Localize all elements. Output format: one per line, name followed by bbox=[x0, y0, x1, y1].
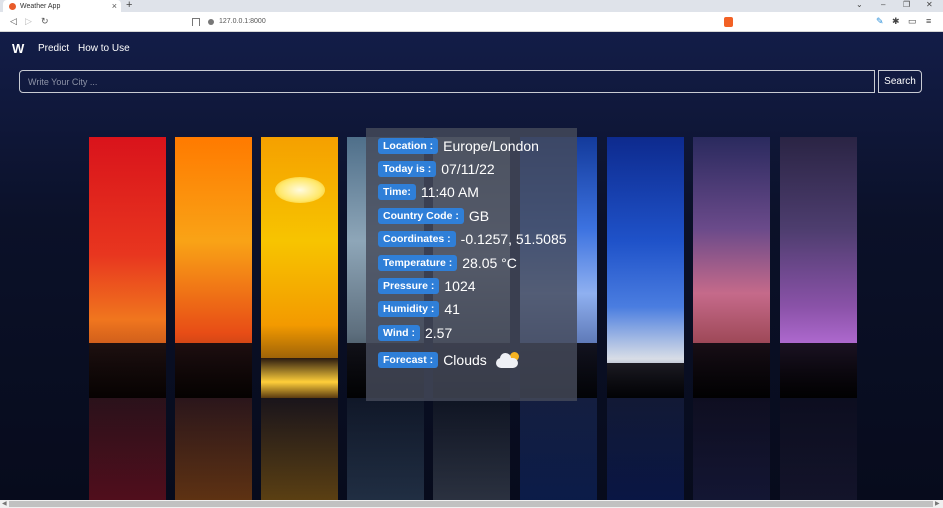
wind-label: Wind : bbox=[378, 325, 420, 341]
pressure-value: 1024 bbox=[444, 278, 476, 294]
reflection-pink bbox=[693, 398, 770, 500]
close-window-button[interactable]: ✕ bbox=[926, 0, 933, 9]
time-value: 11:40 AM bbox=[420, 184, 479, 200]
tab-close-icon[interactable]: × bbox=[112, 1, 117, 11]
site-info-icon[interactable] bbox=[208, 18, 214, 25]
wind-row: Wind : 2.57 bbox=[378, 325, 452, 341]
pressure-row: Pressure : 1024 bbox=[378, 278, 476, 294]
date-label: Today is : bbox=[378, 161, 437, 177]
coordinates-label: Coordinates : bbox=[378, 231, 456, 247]
reflection-yellow bbox=[261, 398, 338, 500]
temperature-row: Temperature : 28.05 °C bbox=[378, 255, 517, 271]
reflection-red bbox=[89, 398, 166, 500]
location-label: Location : bbox=[378, 138, 439, 154]
wind-value: 2.57 bbox=[424, 325, 453, 341]
scroll-right-icon[interactable]: ▶ bbox=[935, 500, 940, 507]
city-search-input[interactable] bbox=[19, 70, 875, 93]
url-text: 127.0.0.1:8000 bbox=[219, 18, 266, 25]
nav-link-how-to-use[interactable]: How to Use bbox=[78, 43, 130, 54]
minimize-button[interactable]: – bbox=[881, 0, 885, 9]
tab-favicon-icon bbox=[9, 2, 16, 10]
new-tab-button[interactable]: + bbox=[126, 0, 132, 11]
reload-icon[interactable]: ↻ bbox=[41, 16, 49, 27]
browser-tab-bar: Weather App × + ⌄ – ❐ ✕ bbox=[0, 0, 943, 12]
edit-icon[interactable]: ✎ bbox=[876, 16, 884, 27]
menu-icon[interactable]: ≡ bbox=[926, 16, 931, 26]
sky-strip-red bbox=[89, 137, 166, 398]
bookmark-icon[interactable] bbox=[192, 17, 200, 26]
date-value: 07/11/22 bbox=[441, 161, 495, 177]
weather-info-card: Location : Europe/London Today is : 07/1… bbox=[366, 128, 577, 401]
sky-strip-purple bbox=[780, 137, 857, 398]
country-code-label: Country Code : bbox=[378, 208, 464, 224]
pressure-label: Pressure : bbox=[378, 278, 440, 294]
humidity-value: 41 bbox=[444, 301, 460, 317]
wallet-icon[interactable]: ▭ bbox=[908, 16, 917, 27]
brand-logo[interactable]: W bbox=[12, 41, 24, 56]
country-code-row: Country Code : GB bbox=[378, 208, 489, 224]
forecast-row: Forecast : Clouds bbox=[378, 352, 521, 368]
time-label: Time: bbox=[378, 184, 416, 200]
reflection-orange bbox=[175, 398, 252, 500]
reflection-teal bbox=[347, 398, 424, 500]
scrollbar-thumb[interactable] bbox=[9, 501, 933, 507]
country-code-value: GB bbox=[468, 208, 490, 224]
tab-title: Weather App bbox=[20, 2, 61, 10]
date-row: Today is : 07/11/22 bbox=[378, 161, 495, 177]
temperature-value: 28.05 °C bbox=[462, 255, 517, 271]
time-row: Time: 11:40 AM bbox=[378, 184, 479, 200]
humidity-label: Humidity : bbox=[378, 301, 440, 317]
forward-icon[interactable]: ▷ bbox=[25, 16, 32, 27]
page-content: W Predict How to Use Search Location : E… bbox=[0, 32, 943, 500]
sky-strip-orange bbox=[175, 137, 252, 398]
reflection-purple bbox=[780, 398, 857, 500]
coordinates-row: Coordinates : -0.1257, 51.5085 bbox=[378, 231, 567, 247]
brave-shield-icon[interactable] bbox=[724, 16, 733, 27]
sky-strip-yellow bbox=[261, 137, 338, 398]
search-button[interactable]: Search bbox=[878, 70, 922, 93]
location-row: Location : Europe/London bbox=[378, 138, 539, 154]
reflection-blue bbox=[520, 398, 597, 500]
browser-tab[interactable]: Weather App × bbox=[3, 0, 121, 12]
restore-button[interactable]: ❐ bbox=[903, 0, 910, 9]
cloud-sun-icon bbox=[495, 352, 521, 368]
forecast-label: Forecast : bbox=[378, 352, 439, 368]
scroll-left-icon[interactable]: ◀ bbox=[2, 500, 7, 507]
tab-search-icon[interactable]: ⌄ bbox=[856, 0, 863, 9]
nav-link-predict[interactable]: Predict bbox=[38, 43, 69, 54]
humidity-row: Humidity : 41 bbox=[378, 301, 460, 317]
address-bar[interactable]: 127.0.0.1:8000 bbox=[192, 15, 739, 28]
extensions-icon[interactable]: ✱ bbox=[892, 16, 900, 27]
sky-strip-deep-blue bbox=[607, 137, 684, 398]
location-value: Europe/London bbox=[443, 138, 539, 154]
temperature-label: Temperature : bbox=[378, 255, 458, 271]
horizontal-scrollbar[interactable]: ◀ ▶ bbox=[0, 500, 943, 508]
reflection-deep-blue bbox=[607, 398, 684, 500]
forecast-value: Clouds bbox=[443, 352, 487, 368]
sky-strip-pink bbox=[693, 137, 770, 398]
reflection-grey bbox=[433, 398, 510, 500]
coordinates-value: -0.1257, 51.5085 bbox=[460, 231, 567, 247]
browser-toolbar: ◁ ▷ ↻ 127.0.0.1:8000 ✎ ✱ ▭ ≡ bbox=[0, 12, 943, 32]
back-icon[interactable]: ◁ bbox=[10, 16, 17, 27]
